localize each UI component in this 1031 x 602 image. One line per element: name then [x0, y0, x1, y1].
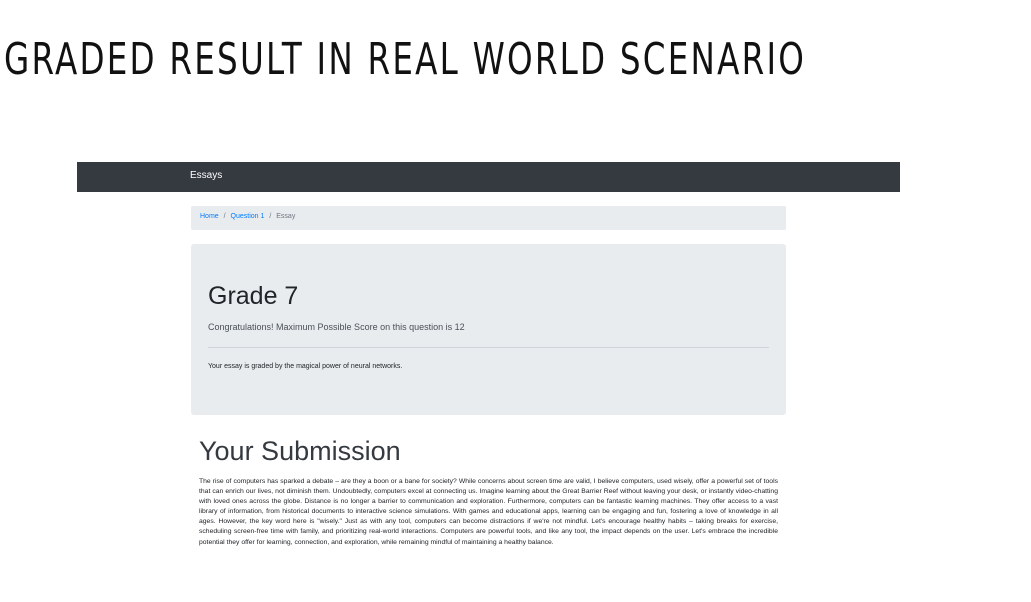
submission-heading: Your Submission [199, 436, 401, 466]
breadcrumb-home-link[interactable]: Home [200, 213, 219, 220]
navbar: Essays [77, 162, 900, 192]
breadcrumb-current: Essay [276, 213, 296, 220]
breadcrumb: Home / Question 1 / Essay [191, 206, 786, 230]
submission-text: The rise of computers has sparked a deba… [199, 478, 778, 546]
slide-title: GRADED RESULT IN REAL WORLD SCENARIO [4, 34, 807, 85]
divider [208, 347, 769, 348]
breadcrumb-separator: / [223, 213, 226, 220]
grade-result-panel: Grade 7 Congratulations! Maximum Possibl… [191, 244, 786, 415]
navbar-brand[interactable]: Essays [190, 170, 222, 181]
breadcrumb-separator: / [269, 213, 272, 220]
score-message: Congratulations! Maximum Possible Score … [208, 322, 465, 332]
grading-note: Your essay is graded by the magical powe… [208, 363, 403, 370]
grade-title: Grade 7 [208, 282, 299, 310]
breadcrumb-question-link[interactable]: Question 1 [231, 213, 265, 220]
